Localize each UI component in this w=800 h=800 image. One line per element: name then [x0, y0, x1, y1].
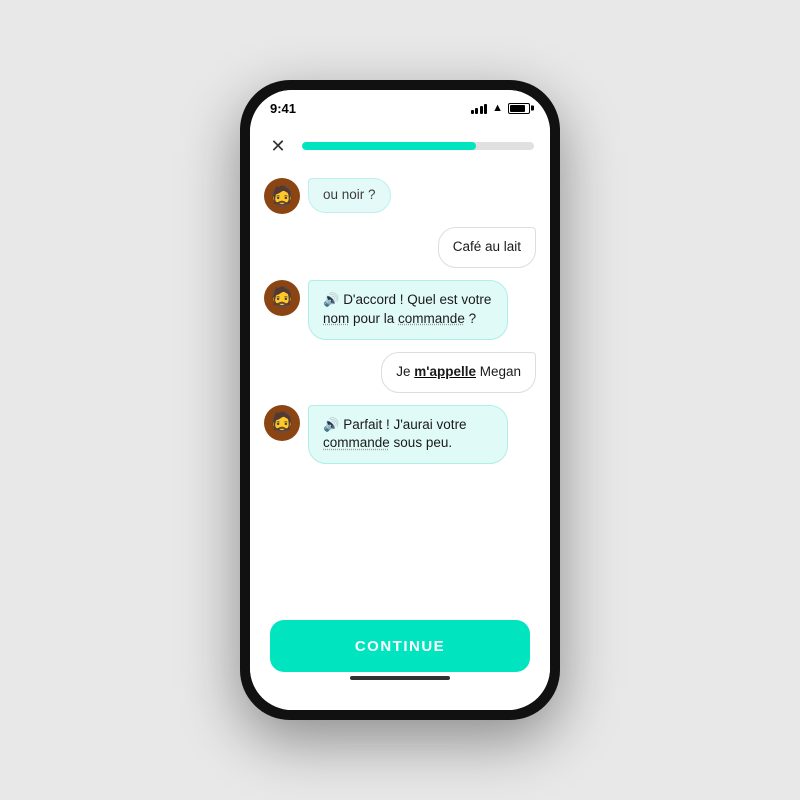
phone-screen: 9:41 ▲ ✕ 🧔 [250, 90, 550, 710]
bot-message-2: 🧔 🔊Parfait ! J'aurai votre commande sous… [264, 405, 536, 465]
user-bubble-2-text: Je m'appelle Megan [396, 364, 521, 379]
close-button[interactable]: ✕ [266, 134, 290, 158]
user-message-1: Café au lait [264, 227, 536, 268]
signal-icon [471, 102, 488, 114]
highlighted-word-commande2: commande [323, 435, 390, 450]
sound-icon-2[interactable]: 🔊 [323, 416, 339, 434]
close-icon: ✕ [270, 137, 285, 155]
bold-word-mappelle: m'appelle [414, 364, 476, 379]
chat-area: 🧔 ou noir ? Café au lait 🧔 🔊D'accord ! Q… [250, 168, 550, 606]
status-time: 9:41 [270, 101, 296, 116]
bot-bubble-1: 🔊D'accord ! Quel est votre nom pour la c… [308, 280, 508, 340]
home-indicator [270, 672, 530, 686]
avatar: 🧔 [264, 178, 300, 214]
avatar-3: 🧔 [264, 405, 300, 441]
lesson-header: ✕ [250, 126, 550, 168]
continue-button[interactable]: CONTINUE [270, 620, 530, 672]
highlighted-word-commande1: commande [398, 311, 465, 326]
bot-bubble-2: 🔊Parfait ! J'aurai votre commande sous p… [308, 405, 508, 465]
status-bar: 9:41 ▲ [250, 90, 550, 126]
partial-message-row: 🧔 ou noir ? [264, 178, 536, 215]
user-bubble-1-text: Café au lait [453, 239, 521, 254]
partial-bubble: ou noir ? [308, 178, 391, 213]
progress-bar-fill [302, 142, 476, 150]
user-bubble-1: Café au lait [438, 227, 536, 268]
battery-icon [508, 103, 530, 114]
bottom-bar: CONTINUE [250, 606, 550, 710]
status-icons: ▲ [471, 102, 530, 114]
home-bar [350, 676, 450, 680]
partial-bubble-text: ou noir ? [323, 187, 376, 202]
user-message-2: Je m'appelle Megan [264, 352, 536, 393]
sound-icon-1[interactable]: 🔊 [323, 291, 339, 309]
user-bubble-2: Je m'appelle Megan [381, 352, 536, 393]
avatar-2: 🧔 [264, 280, 300, 316]
highlighted-word-nom: nom [323, 311, 349, 326]
bot-message-1: 🧔 🔊D'accord ! Quel est votre nom pour la… [264, 280, 536, 340]
wifi-icon: ▲ [492, 102, 503, 114]
phone-frame: 9:41 ▲ ✕ 🧔 [240, 80, 560, 720]
progress-bar-background [302, 142, 534, 150]
